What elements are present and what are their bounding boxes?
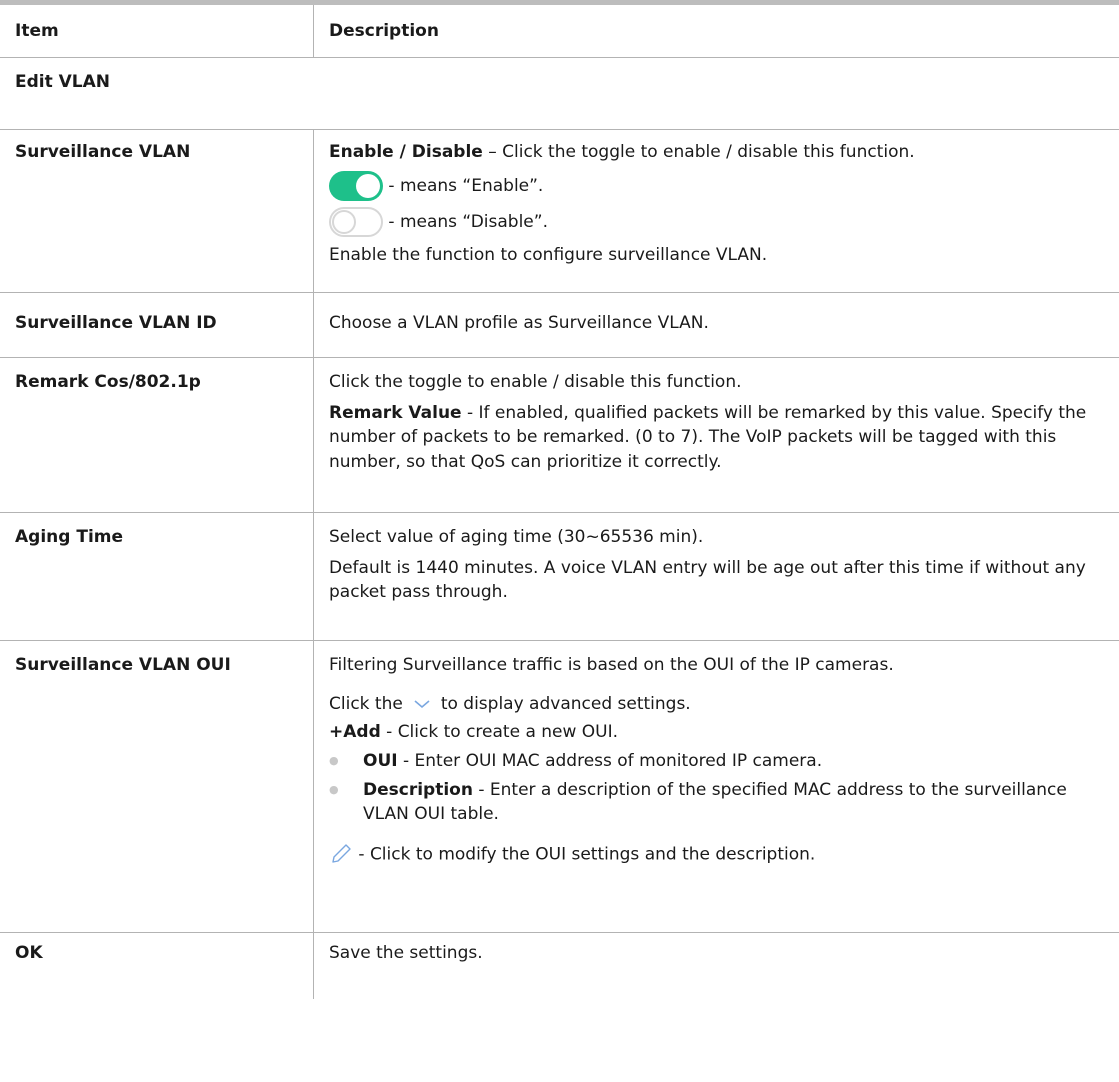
oui-line2-pre: Click the (329, 693, 403, 714)
disable-text: - means “Disable”. (383, 211, 548, 232)
list-item: ● OUI - Enter OUI MAC address of monitor… (329, 749, 1099, 774)
page: Item Description Edit VLAN Surveillance … (0, 0, 1119, 1082)
list-item: ● Description - Enter a description of t… (329, 778, 1099, 827)
aging-line2: Default is 1440 minutes. A voice VLAN en… (329, 557, 1086, 603)
row-aging-time: Aging Time Select value of aging time (3… (0, 513, 1119, 641)
add-label: +Add (329, 722, 381, 743)
row-description: Click the toggle to enable / disable thi… (313, 358, 1119, 512)
row-item: OK (15, 943, 43, 963)
header-description: Description (313, 4, 1119, 58)
enable-disable-text: – Click the toggle to enable / disable t… (482, 142, 915, 162)
bullet-text: OUI - Enter OUI MAC address of monitored… (363, 749, 1099, 774)
row-item: Aging Time (15, 527, 124, 547)
bullet-mark: ● (329, 782, 339, 796)
aging-line1: Select value of aging time (30~65536 min… (329, 527, 704, 547)
oui-label: OUI (363, 750, 398, 771)
row-surveillance-vlan-id: Surveillance VLAN ID Choose a VLAN profi… (0, 293, 1119, 358)
row-surveillance-vlan: Surveillance VLAN Enable / Disable – Cli… (0, 129, 1119, 293)
remark-value-text: Remark Value - If enabled, qualified pac… (329, 401, 1099, 475)
bullet-text: Description - Enter a description of the… (363, 778, 1099, 827)
row-description: Choose a VLAN profile as Surveillance VL… (313, 293, 1119, 357)
table-header: Item Description (0, 4, 1119, 58)
remark-line1: Click the toggle to enable / disable thi… (329, 372, 742, 392)
description-table: Item Description Edit VLAN Surveillance … (0, 4, 1119, 999)
row-item: Surveillance VLAN OUI (15, 655, 231, 675)
oui-line1: Filtering Surveillance traffic is based … (329, 655, 894, 675)
add-line: +Add - Click to create a new OUI. (329, 720, 1099, 745)
oui-line2-post: to display advanced settings. (440, 693, 691, 714)
pencil-icon (332, 844, 351, 863)
section-title: Edit VLAN (15, 72, 111, 92)
toggle-on-icon (329, 170, 383, 201)
row-description: Enable / Disable – Click the toggle to e… (313, 130, 1119, 292)
row-ok: OK Save the settings. (0, 933, 1119, 999)
enable-disable-line: Enable / Disable – Click the toggle to e… (329, 140, 1119, 165)
oui-text: - Enter OUI MAC address of monitored IP … (397, 750, 823, 771)
enable-disable-label: Enable / Disable (329, 142, 483, 162)
row-description: Filtering Surveillance traffic is based … (313, 641, 1119, 932)
enable-text: - means “Enable”. (383, 175, 544, 196)
remark-value-label: Remark Value (329, 402, 462, 423)
row-item: Surveillance VLAN (15, 142, 191, 162)
oui-line2: Click the to display advanced settings. (329, 692, 1099, 717)
bullet-mark: ● (329, 753, 339, 767)
disable-line: - means “Disable”. (329, 206, 1119, 237)
pencil-text: - Click to modify the OUI settings and t… (353, 844, 816, 865)
row-item: Surveillance VLAN ID (15, 313, 217, 333)
description-label: Description (363, 779, 473, 800)
toggle-off-icon (329, 206, 383, 237)
pencil-line: - Click to modify the OUI settings and t… (329, 841, 1099, 867)
row-description: Select value of aging time (30~65536 min… (313, 513, 1119, 640)
row-remark: Remark Cos/802.1p Click the toggle to en… (0, 358, 1119, 513)
chevron-down-icon (414, 700, 430, 708)
row-description: Save the settings. (313, 933, 1119, 999)
header-item: Item (15, 20, 59, 41)
row-oui: Surveillance VLAN OUI Filtering Surveill… (0, 641, 1119, 933)
enable-line: - means “Enable”. (329, 170, 1119, 201)
add-text: - Click to create a new OUI. (380, 722, 619, 743)
section-row: Edit VLAN (0, 58, 1119, 129)
configure-text: Enable the function to configure surveil… (329, 244, 768, 265)
row-item: Remark Cos/802.1p (15, 372, 201, 392)
